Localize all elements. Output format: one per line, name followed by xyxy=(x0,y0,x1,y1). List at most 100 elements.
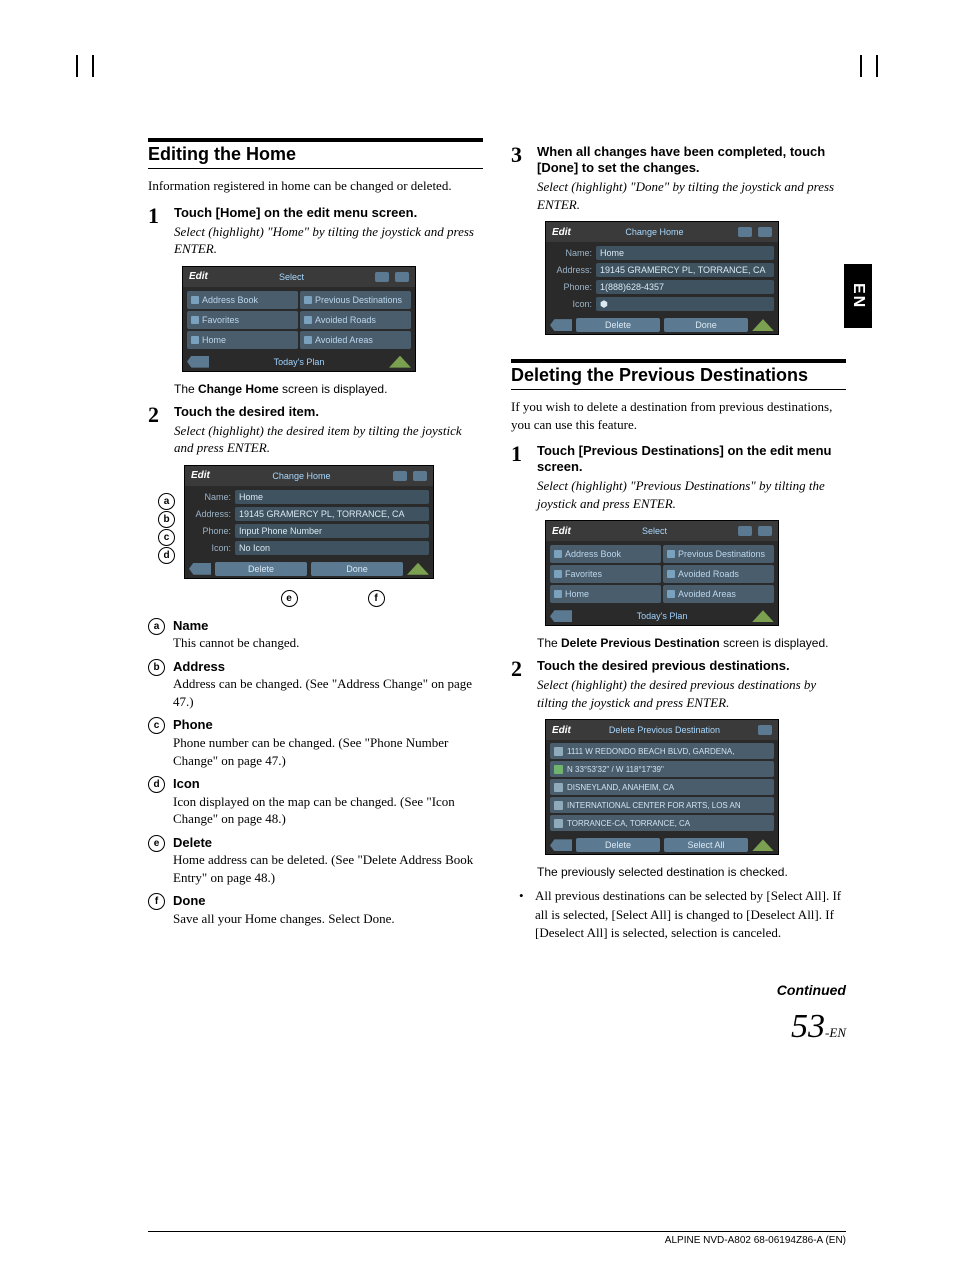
up-icon[interactable] xyxy=(389,356,411,368)
step-em: Select (highlight) "Previous Destination… xyxy=(537,477,846,512)
step-bracket: [Home] xyxy=(216,205,261,220)
map-icon xyxy=(738,526,752,536)
opt-avoided-roads[interactable]: Avoided Roads xyxy=(300,311,411,329)
checkbox-icon[interactable] xyxy=(554,783,563,792)
step-number: 3 xyxy=(511,144,529,213)
field-value-icon[interactable]: ⬢ xyxy=(596,297,774,311)
list-item[interactable]: DISNEYLAND, ANAHEIM, CA xyxy=(550,779,774,795)
opt-avoided-areas[interactable]: Avoided Areas xyxy=(300,331,411,349)
dev-subtitle: Change Home xyxy=(216,471,387,481)
intro-text: Information registered in home can be ch… xyxy=(148,177,483,195)
opt-address-book[interactable]: Address Book xyxy=(550,545,661,563)
checkbox-icon[interactable] xyxy=(554,747,563,756)
opt-home[interactable]: Home xyxy=(187,331,298,349)
dev-title: Edit xyxy=(189,271,208,282)
def-title: Phone xyxy=(173,717,213,732)
opt-favorites[interactable]: Favorites xyxy=(550,565,661,583)
todays-plan-button[interactable]: Today's Plan xyxy=(213,357,385,367)
step-text: to set the changes. xyxy=(578,160,699,175)
opt-address-book[interactable]: Address Book xyxy=(187,291,298,309)
field-label: Name: xyxy=(189,492,231,502)
field-label: Icon: xyxy=(550,299,592,309)
step-number: 1 xyxy=(511,443,529,512)
callout-b: b xyxy=(158,511,175,528)
field-value-name[interactable]: Home xyxy=(235,490,429,504)
field-value-name[interactable]: Home xyxy=(596,246,774,260)
def-desc: Home address can be deleted. (See "Delet… xyxy=(173,852,473,885)
def-key: b xyxy=(148,659,165,676)
note-prev-checked: The previously selected destination is c… xyxy=(537,865,846,879)
field-label: Phone: xyxy=(550,282,592,292)
opt-avoided-roads[interactable]: Avoided Roads xyxy=(663,565,774,583)
def-key: f xyxy=(148,893,165,910)
delete-button[interactable]: Delete xyxy=(576,318,660,332)
checkbox-icon[interactable] xyxy=(554,819,563,828)
field-value-phone[interactable]: 1(888)628-4357 xyxy=(596,280,774,294)
list-item[interactable]: TORRANCE-CA, TORRANCE, CA xyxy=(550,815,774,831)
dev-title: Edit xyxy=(552,526,571,537)
list-item[interactable]: N 33°53'32" / W 118°17'39" xyxy=(550,761,774,777)
step-bracket: [Done] xyxy=(537,160,578,175)
delete-button[interactable]: Delete xyxy=(576,838,660,852)
dev-subtitle: Select xyxy=(577,526,732,536)
step-em: Select (highlight) the desired item by t… xyxy=(174,422,483,457)
def-desc: Save all your Home changes. Select Done. xyxy=(173,911,395,926)
back-icon[interactable] xyxy=(187,356,209,368)
footer-line: ALPINE NVD-A802 68-06194Z86-A (EN) xyxy=(148,1231,846,1246)
callout-a: a xyxy=(158,493,175,510)
dev-subtitle: Select xyxy=(214,272,369,282)
callout-e: e xyxy=(281,590,298,607)
field-value-address[interactable]: 19145 GRAMERCY PL, TORRANCE, CA xyxy=(235,507,429,521)
step-text: Touch the desired item. xyxy=(174,404,319,419)
field-label: Address: xyxy=(550,265,592,275)
section-heading-deleting: Deleting the Previous Destinations xyxy=(511,359,846,390)
back-icon[interactable] xyxy=(550,319,572,331)
map-icon xyxy=(393,471,407,481)
opt-avoided-areas[interactable]: Avoided Areas xyxy=(663,585,774,603)
back-icon[interactable] xyxy=(550,839,572,851)
def-title: Icon xyxy=(173,776,200,791)
dev-title: Edit xyxy=(552,725,571,736)
map-icon xyxy=(375,272,389,282)
step-text: on the edit menu screen. xyxy=(260,205,417,220)
field-value-icon[interactable]: No Icon xyxy=(235,541,429,555)
up-icon[interactable] xyxy=(752,319,774,331)
opt-previous-destinations[interactable]: Previous Destinations xyxy=(663,545,774,563)
done-button[interactable]: Done xyxy=(664,318,748,332)
list-item[interactable]: INTERNATIONAL CENTER FOR ARTS, LOS AN xyxy=(550,797,774,813)
field-label: Icon: xyxy=(189,543,231,553)
opt-previous-destinations[interactable]: Previous Destinations xyxy=(300,291,411,309)
checkbox-icon[interactable] xyxy=(554,765,563,774)
up-icon[interactable] xyxy=(752,610,774,622)
back-icon[interactable] xyxy=(189,563,211,575)
callout-c: c xyxy=(158,529,175,546)
select-all-button[interactable]: Select All xyxy=(664,838,748,852)
note-delete-prev: The Delete Previous Destination screen i… xyxy=(537,636,846,650)
page-number: 53-EN xyxy=(511,1008,846,1046)
device-edit-select-2: Edit Select Address Book Previous Destina… xyxy=(545,520,779,626)
def-key: e xyxy=(148,835,165,852)
opt-home[interactable]: Home xyxy=(550,585,661,603)
done-button[interactable]: Done xyxy=(311,562,403,576)
step-text: Touch xyxy=(537,443,579,458)
up-icon[interactable] xyxy=(407,563,429,575)
step-3: 3 When all changes have been completed, … xyxy=(511,144,846,213)
opt-favorites[interactable]: Favorites xyxy=(187,311,298,329)
field-value-phone[interactable]: Input Phone Number xyxy=(235,524,429,538)
checkbox-icon[interactable] xyxy=(554,801,563,810)
back-icon[interactable] xyxy=(550,610,572,622)
def-desc: This cannot be changed. xyxy=(173,635,299,650)
continued-label: Continued xyxy=(511,982,846,998)
todays-plan-button[interactable]: Today's Plan xyxy=(576,611,748,621)
def-title: Address xyxy=(173,659,225,674)
list-item[interactable]: 1111 W REDONDO BEACH BLVD, GARDENA, xyxy=(550,743,774,759)
delete-button[interactable]: Delete xyxy=(215,562,307,576)
field-value-address[interactable]: 19145 GRAMERCY PL, TORRANCE, CA xyxy=(596,263,774,277)
language-tab: EN xyxy=(844,264,872,328)
step-number: 2 xyxy=(511,658,529,711)
bullet-note: • All previous destinations can be selec… xyxy=(519,887,846,942)
def-desc: Phone number can be changed. (See "Phone… xyxy=(173,735,448,768)
def-desc: Address can be changed. (See "Address Ch… xyxy=(173,676,472,709)
up-icon[interactable] xyxy=(752,839,774,851)
grid-icon xyxy=(758,227,772,237)
